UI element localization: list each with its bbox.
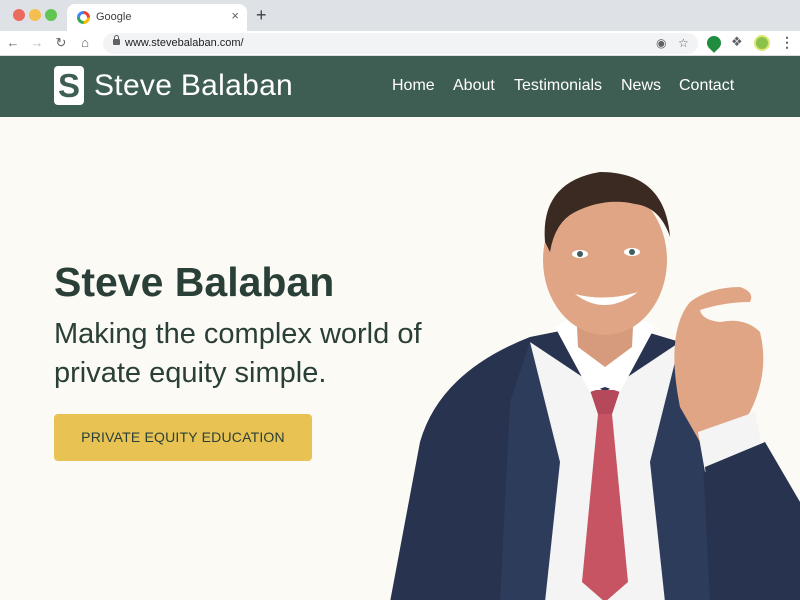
extension-icon[interactable]: ◉ (656, 37, 666, 50)
hero-title: Steve Balaban (54, 259, 335, 305)
tab-title: Google (96, 11, 132, 23)
forward-icon[interactable]: → (29, 35, 45, 51)
hero-section: Steve Balaban Making the complex world o… (0, 117, 800, 600)
back-icon[interactable]: ← (5, 35, 21, 51)
window-zoom-button[interactable] (45, 9, 57, 21)
address-bar[interactable]: www.stevebalaban.com/ ◉ ☆ (103, 33, 698, 54)
nav-home-link[interactable]: Home (392, 76, 435, 96)
browser-tab-bar: Google × + (0, 0, 800, 31)
main-nav: Home About Testimonials News Contact (0, 76, 800, 98)
private-equity-education-button[interactable]: PRIVATE EQUITY EDUCATION (54, 414, 312, 461)
url-text[interactable]: www.stevebalaban.com/ (125, 37, 244, 49)
window-minimize-button[interactable] (29, 9, 41, 21)
lock-icon (113, 35, 120, 45)
home-icon[interactable]: ⌂ (77, 35, 93, 51)
browser-toolbar: ← → ↻ ⌂ www.stevebalaban.com/ ◉ ☆ ❖ ⋮ (0, 31, 800, 56)
new-tab-button[interactable]: + (256, 6, 267, 24)
portrait-image (390, 172, 800, 600)
nav-about-link[interactable]: About (453, 76, 495, 96)
green-extension-icon[interactable] (704, 33, 724, 53)
nav-contact-link[interactable]: Contact (679, 76, 734, 96)
nav-news-link[interactable]: News (621, 76, 661, 96)
star-icon[interactable]: ☆ (678, 37, 689, 50)
browser-tab[interactable]: Google × (67, 4, 247, 31)
menu-icon[interactable]: ⋮ (780, 34, 794, 50)
site-header: S Steve Balaban Home About Testimonials … (0, 56, 800, 117)
window-close-button[interactable] (13, 9, 25, 21)
tab-close-icon[interactable]: × (231, 9, 239, 22)
puzzle-icon[interactable]: ❖ (731, 34, 745, 49)
nav-testimonials-link[interactable]: Testimonials (514, 76, 602, 96)
reload-icon[interactable]: ↻ (53, 35, 69, 51)
profile-avatar[interactable] (754, 35, 770, 51)
google-favicon-icon (77, 11, 90, 24)
